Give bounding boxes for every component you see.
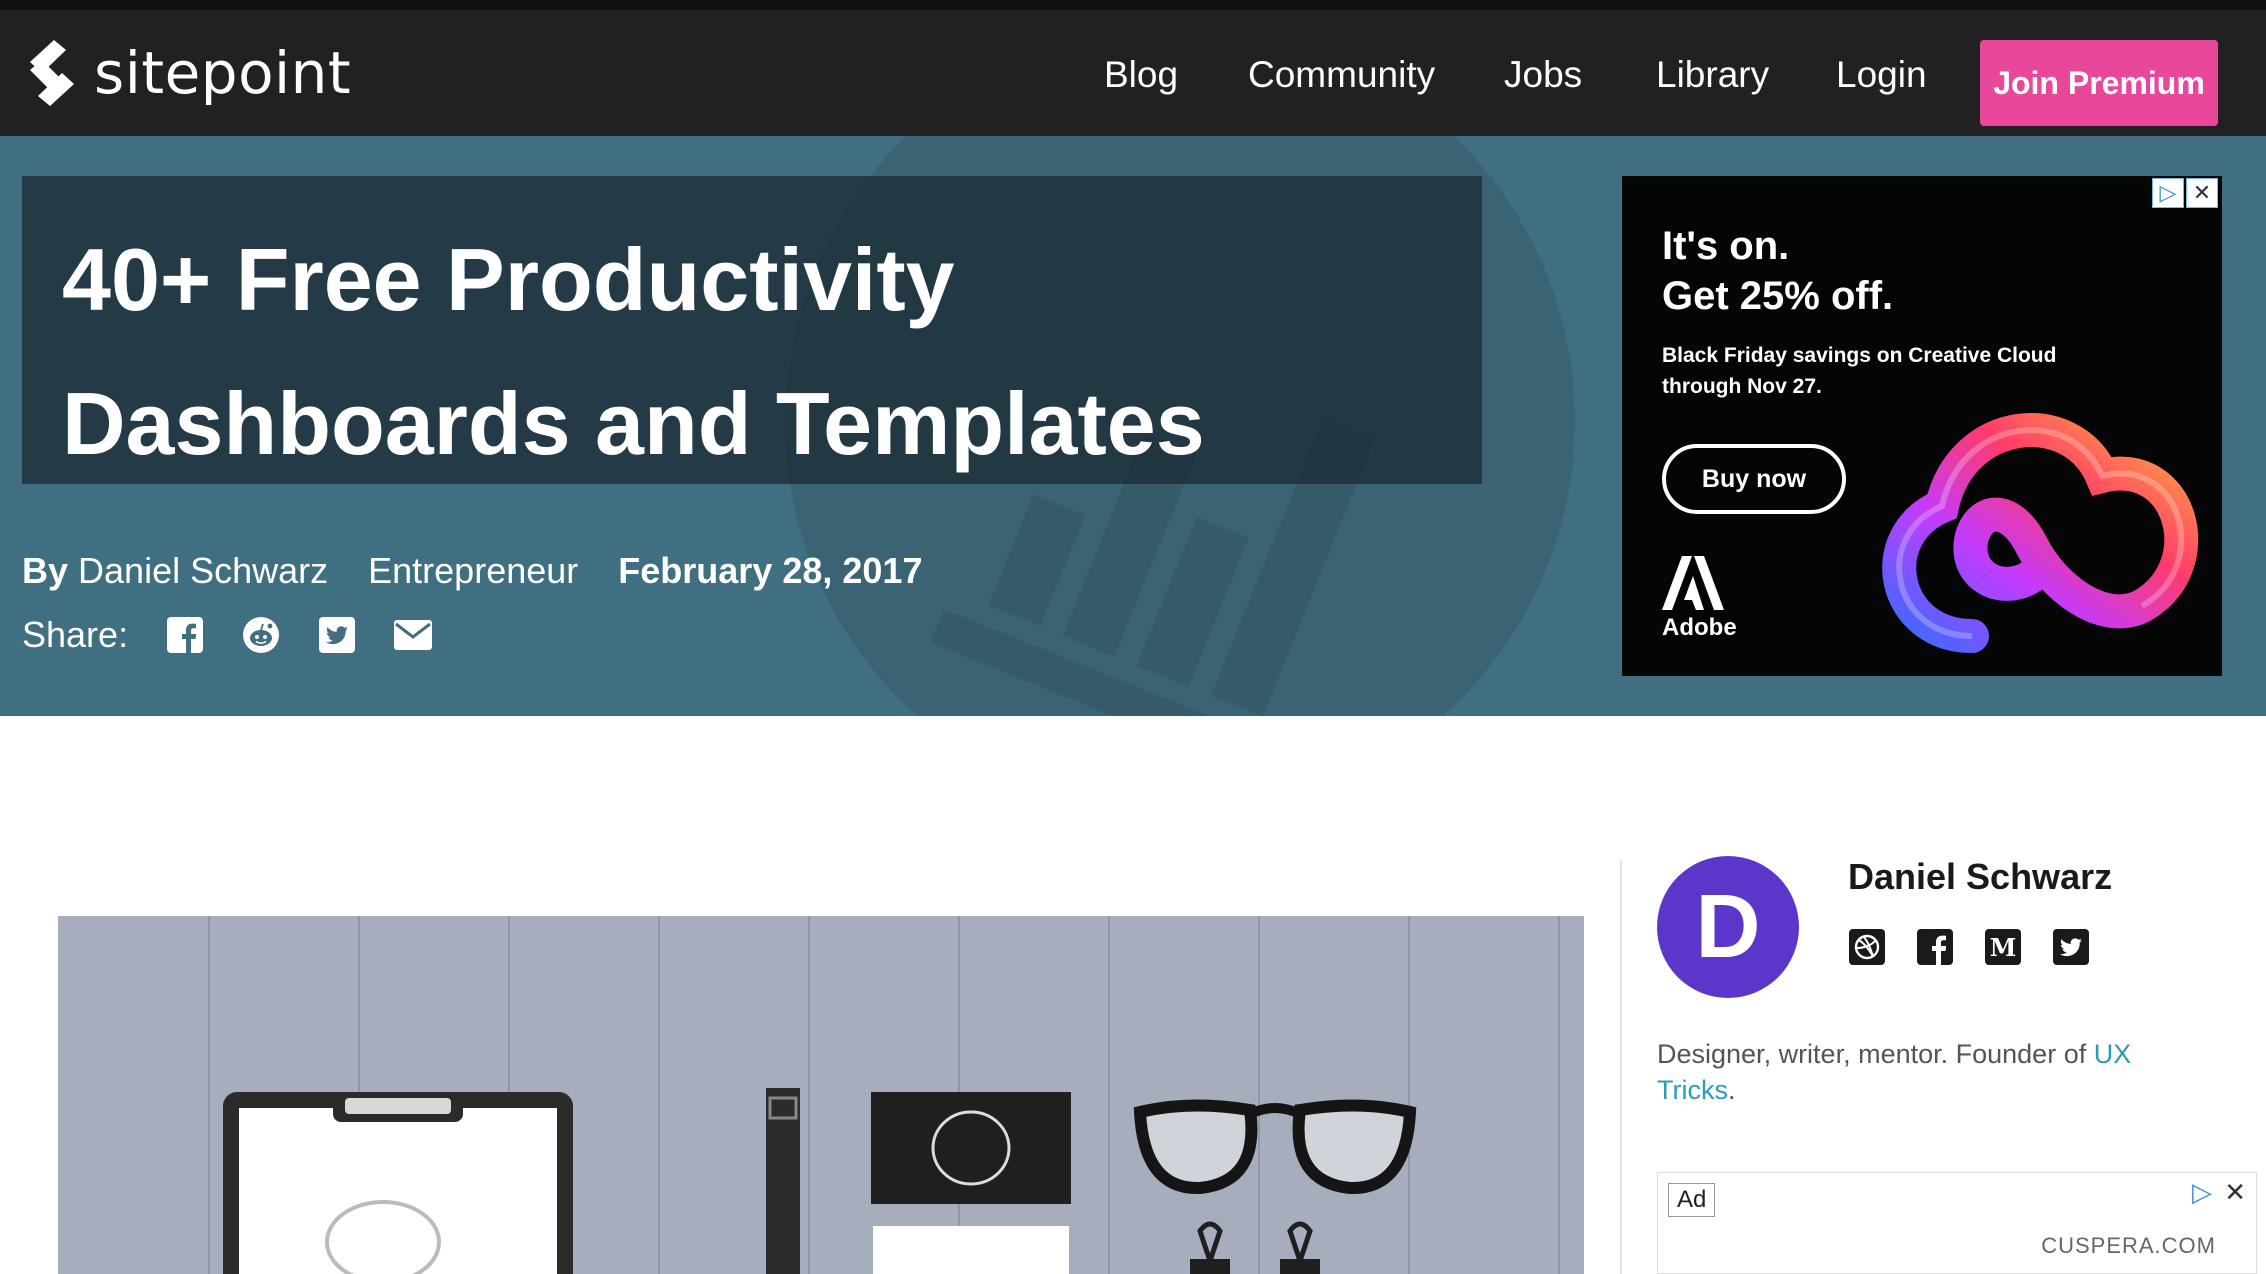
join-premium-button[interactable]: Join Premium	[1980, 40, 2218, 126]
adobe-logo-icon	[1662, 556, 1724, 610]
ad-host-text: CUSPERA.COM	[2041, 1233, 2216, 1258]
nav-blog[interactable]: Blog	[1104, 54, 1178, 96]
email-icon[interactable]	[394, 616, 433, 654]
adchoices-icon[interactable]: ▷	[2192, 1177, 2212, 1208]
category-link[interactable]: Entrepreneur	[368, 550, 578, 592]
ad-close-icon[interactable]: ✕	[2186, 178, 2218, 208]
adchoices-icon[interactable]: ▷	[2152, 178, 2184, 208]
bio-text: Designer, writer, mentor. Founder of	[1657, 1039, 2094, 1069]
facebook-icon[interactable]	[1916, 928, 1954, 966]
site-logo[interactable]: sitepoint	[24, 38, 351, 108]
medium-glyph: M	[1990, 933, 2017, 962]
author-avatar[interactable]: D	[1657, 856, 1799, 998]
ad-buy-now-button[interactable]: Buy now	[1662, 444, 1846, 514]
adobe-advertisement[interactable]: ▷ ✕ It's on. Get 25% off. Black Friday s…	[1622, 176, 2222, 676]
twitter-icon[interactable]	[318, 616, 356, 654]
nav-login[interactable]: Login	[1836, 54, 1927, 96]
article-featured-image	[58, 916, 1584, 1274]
binder-clips-illustration-icon	[1190, 1221, 1320, 1274]
nav-jobs[interactable]: Jobs	[1504, 54, 1582, 96]
business-card-illustration-icon	[871, 1092, 1071, 1274]
twitter-icon[interactable]	[2052, 928, 2090, 966]
dribbble-icon[interactable]	[1848, 928, 1886, 966]
article-title: 40+ Free Productivity Dashboards and Tem…	[62, 230, 1205, 473]
bio-suffix: .	[1727, 1075, 1736, 1105]
site-header: sitepoint Blog Community Jobs Library Lo…	[0, 10, 2266, 136]
ad-close-icon[interactable]: ✕	[2224, 1177, 2246, 1208]
watch-illustration-icon	[766, 1088, 800, 1274]
share-label: Share:	[22, 614, 129, 655]
site-logo-text: sitepoint	[94, 39, 352, 107]
ad-label: Ad	[1668, 1183, 1716, 1217]
article-hero: 40+ Free Productivity Dashboards and Tem…	[0, 136, 2266, 716]
creative-cloud-logo-icon	[1882, 413, 2199, 653]
author-bio: Designer, writer, mentor. Founder of UX …	[1657, 1036, 2177, 1108]
title-box: 40+ Free Productivity Dashboards and Tem…	[22, 176, 1482, 484]
top-border	[0, 0, 2266, 10]
sitepoint-logo-icon	[30, 40, 74, 106]
nav-community[interactable]: Community	[1248, 54, 1435, 96]
clipboard-illustration-icon	[223, 1092, 573, 1274]
facebook-icon[interactable]	[166, 616, 204, 654]
ad-brand-name: Adobe	[1662, 614, 1737, 641]
publish-date: February 28, 2017	[618, 550, 923, 591]
ad-headline-1: It's on.	[1662, 224, 1790, 268]
nav-library[interactable]: Library	[1656, 54, 1769, 96]
sidebar-author-name[interactable]: Daniel Schwarz	[1848, 856, 2112, 898]
ad-headline-2: Get 25% off.	[1662, 274, 1894, 318]
author-social-links: M	[1848, 928, 2120, 966]
sidebar-divider	[1620, 860, 1622, 1274]
reddit-icon[interactable]	[242, 616, 280, 654]
medium-icon[interactable]: M	[1984, 928, 2022, 966]
sidebar-advertisement[interactable]: Ad ▷ ✕ CUSPERA.COM	[1657, 1172, 2257, 1274]
share-bar: Share:	[22, 614, 470, 656]
glasses-illustration-icon	[1133, 1099, 1417, 1195]
by-label: By	[22, 550, 69, 591]
article-meta: By Daniel Schwarz Entrepreneur February …	[22, 550, 922, 592]
author-link[interactable]: Daniel Schwarz	[78, 550, 328, 592]
